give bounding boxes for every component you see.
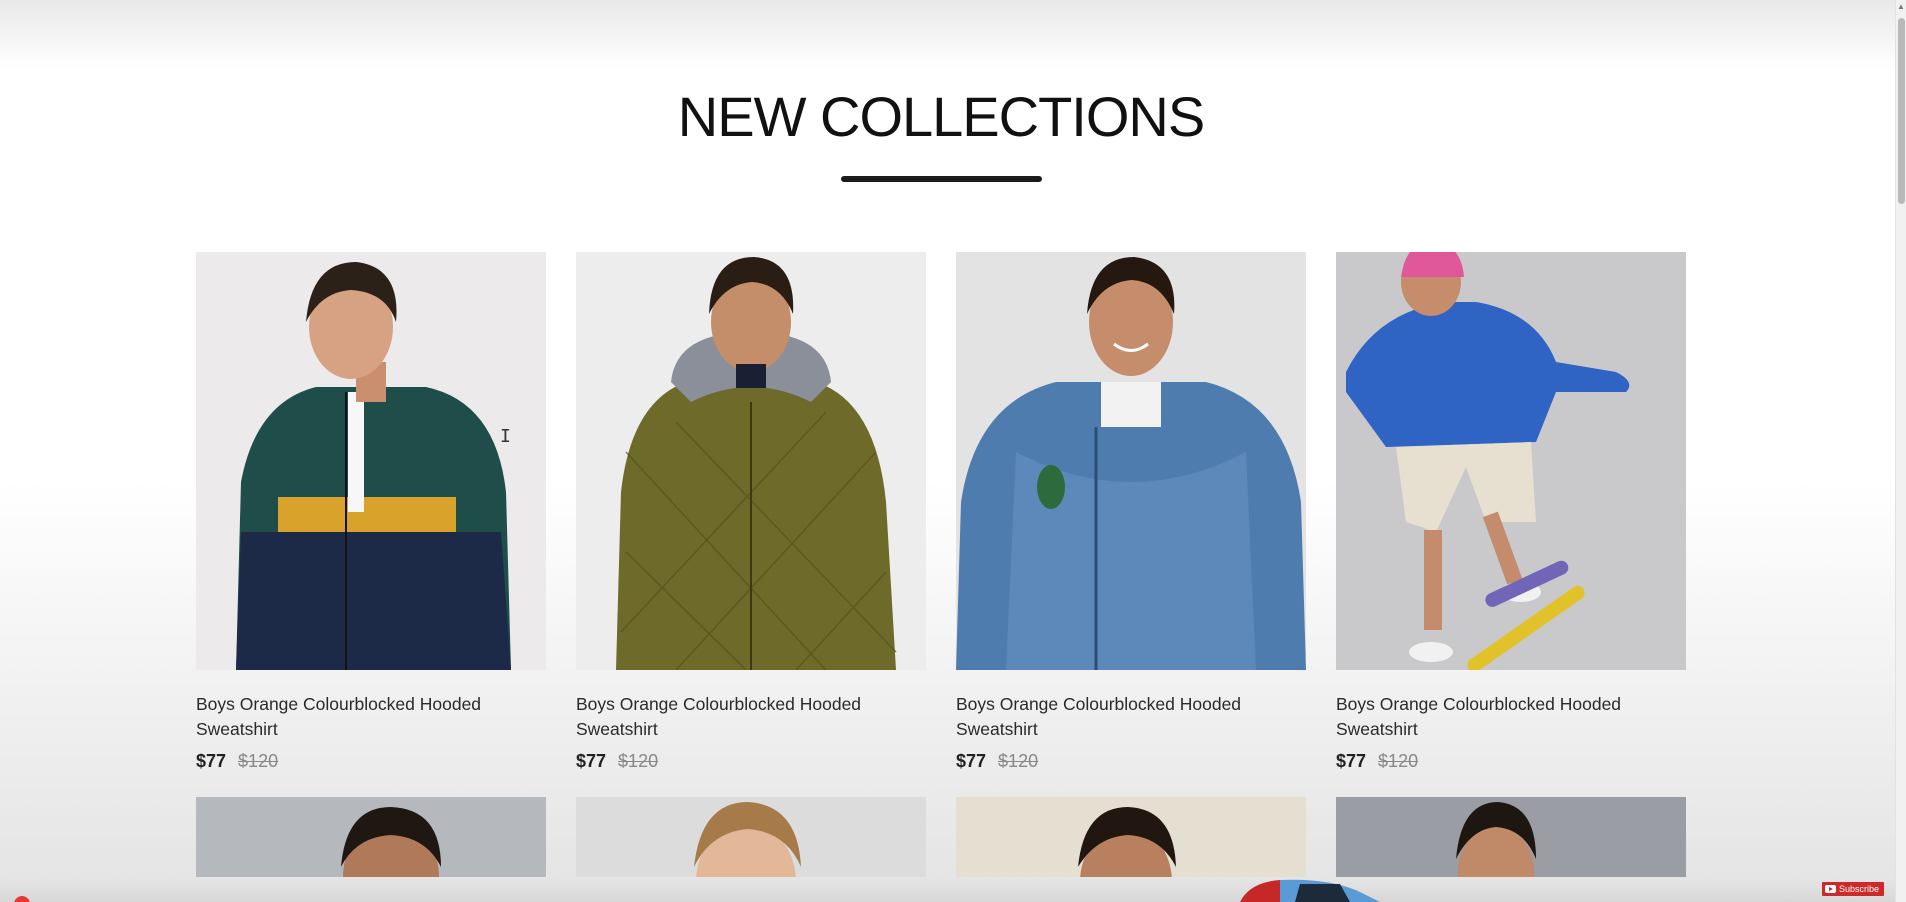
boy-portrait-photo [196,797,546,877]
product-prices: $77 $120 [1336,751,1686,772]
boy-portrait-photo [576,797,926,877]
product-image[interactable] [1336,252,1686,670]
product-name[interactable]: Boys Orange Colourblocked Hooded Sweatsh… [576,692,926,742]
product-prices: $77 $120 [196,751,546,772]
youtube-icon [1824,885,1836,893]
product-card[interactable]: Boys Orange Colourblocked Hooded Sweatsh… [576,252,926,772]
product-image[interactable] [1336,797,1686,877]
product-old-price: $120 [618,751,659,771]
boy-green-jacket-photo [196,252,546,670]
section-title: NEW COLLECTIONS [677,85,1205,148]
subscribe-button[interactable]: Subscribe [1821,882,1884,896]
product-image[interactable] [576,252,926,670]
product-card[interactable]: Boys Orange Colourblocked Hooded Sweatsh… [1336,252,1686,772]
product-image[interactable] [196,252,546,670]
boy-portrait-photo [1336,797,1686,877]
title-underline [841,176,1042,182]
helmet-image [1240,879,1380,902]
video-overlay-strip [0,878,1895,902]
product-name[interactable]: Boys Orange Colourblocked Hooded Sweatsh… [1336,692,1686,742]
product-prices: $77 $120 [956,751,1306,772]
boy-portrait-photo [956,797,1306,877]
product-old-price: $120 [998,751,1039,771]
product-card[interactable]: Boys Orange Colourblocked Hooded Sweatsh… [196,252,546,772]
scrollbar-thumb[interactable] [1898,18,1905,204]
product-image[interactable] [956,252,1306,670]
product-grid-row-2 [196,797,1688,877]
boy-skateboard-photo [1336,252,1686,670]
product-name[interactable]: Boys Orange Colourblocked Hooded Sweatsh… [956,692,1306,742]
product-image[interactable] [576,797,926,877]
product-price: $77 [576,751,607,771]
product-card[interactable]: Boys Orange Colourblocked Hooded Sweatsh… [956,252,1306,772]
subscribe-label: Subscribe [1838,884,1879,894]
product-grid: Boys Orange Colourblocked Hooded Sweatsh… [196,252,1688,772]
product-prices: $77 $120 [576,751,926,772]
text-cursor-icon: I [500,426,511,447]
page: NEW COLLECTIONS Boys Orange Colourblocke… [0,0,1895,902]
scroll-up-arrow-icon[interactable]: ▲ [1897,2,1905,11]
product-price: $77 [1336,751,1367,771]
boy-olive-jacket-photo [576,252,926,670]
product-image[interactable] [956,797,1306,877]
boy-denim-jacket-photo [956,252,1306,670]
product-old-price: $120 [238,751,279,771]
product-image[interactable] [196,797,546,877]
product-name[interactable]: Boys Orange Colourblocked Hooded Sweatsh… [196,692,546,742]
product-price: $77 [956,751,987,771]
product-old-price: $120 [1378,751,1419,771]
vertical-scrollbar[interactable]: ▲ [1895,0,1906,902]
product-price: $77 [196,751,227,771]
